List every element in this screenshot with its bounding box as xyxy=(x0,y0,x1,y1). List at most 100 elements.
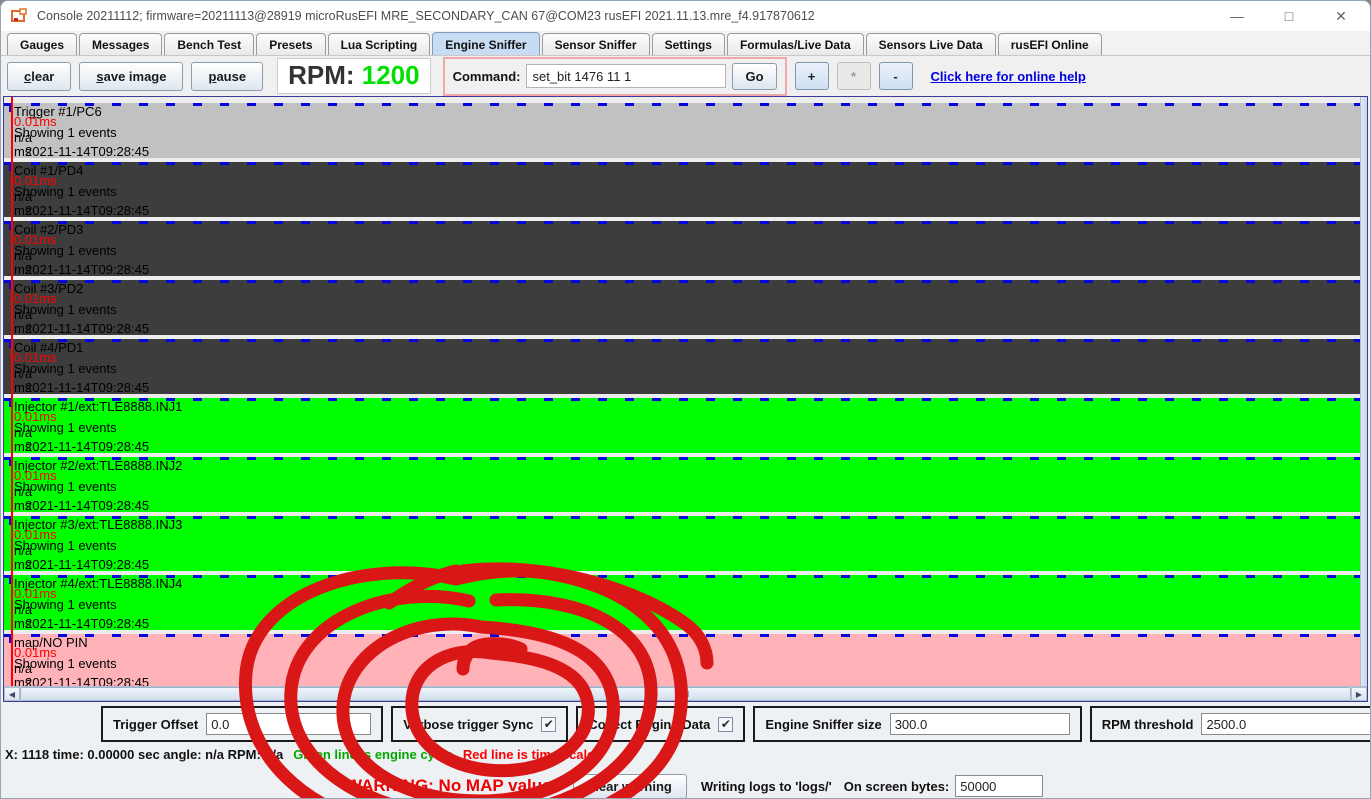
channel-na: n/a xyxy=(14,130,32,145)
scroll-left-icon[interactable]: ◀ xyxy=(4,687,20,701)
tab-label: Lua Scripting xyxy=(341,38,418,52)
close-icon[interactable]: ✕ xyxy=(1330,5,1352,27)
tab[interactable]: Messages xyxy=(79,33,162,55)
tab-label: Presets xyxy=(269,38,312,52)
rpm-label: RPM: xyxy=(288,60,354,90)
tab[interactable]: Bench Test xyxy=(164,33,254,55)
maximize-icon[interactable]: □ xyxy=(1278,5,1300,27)
online-help-link[interactable]: Click here for online help xyxy=(931,69,1086,84)
map-warning-text: WARNING: No MAP values xyxy=(346,776,561,796)
scrollbar-thumb[interactable] xyxy=(20,687,1351,701)
sniffer-channel-row[interactable]: Coil #2/PD3 0.01ms Showing 1 events n/a … xyxy=(4,221,1360,276)
sniffer-size-label: Engine Sniffer size xyxy=(765,717,881,732)
command-label: Command: xyxy=(453,69,521,84)
clear-warning-button[interactable]: clear warning xyxy=(573,774,687,799)
vertical-scrollbar[interactable] xyxy=(1360,97,1367,686)
tab[interactable]: Settings xyxy=(652,33,725,55)
tab-label: Sensors Live Data xyxy=(879,38,983,52)
status-line: X: 1118 time: 0.00000 sec angle: n/a RPM… xyxy=(1,744,1370,762)
zoom-out-button[interactable]: - xyxy=(879,62,913,90)
go-button[interactable]: Go xyxy=(732,63,776,90)
channel-na: n/a xyxy=(14,602,32,617)
sniffer-channel-row[interactable]: Injector #4/ext:TLE8888.INJ4 0.01ms Show… xyxy=(4,575,1360,630)
channel-na: n/a xyxy=(14,366,32,381)
channel-timestamp: 2021-11-14T09:28:45 xyxy=(25,557,149,572)
trigger-offset-input[interactable] xyxy=(206,713,371,735)
sniffer-settings-row: Trigger Offset Verbose trigger Sync Coll… xyxy=(1,704,1370,744)
verbose-trigger-label: Verbose trigger Sync xyxy=(403,717,533,732)
tab[interactable]: Sensor Sniffer xyxy=(542,33,650,55)
channel-na: n/a xyxy=(14,543,32,558)
tab[interactable]: Lua Scripting xyxy=(328,33,431,55)
rpm-threshold-panel: RPM threshold xyxy=(1090,706,1371,742)
zoom-reset-button[interactable]: * xyxy=(837,62,871,90)
sniffer-channel-row[interactable]: Injector #2/ext:TLE8888.INJ2 0.01ms Show… xyxy=(4,457,1360,512)
channel-timestamp: 2021-11-14T09:28:45 xyxy=(25,675,149,686)
on-screen-bytes-input[interactable] xyxy=(955,775,1043,797)
sniffer-size-input[interactable] xyxy=(890,713,1070,735)
scrollbar-grip xyxy=(680,691,692,697)
channel-timestamp: 2021-11-14T09:28:45 xyxy=(25,144,149,159)
verbose-trigger-checkbox[interactable] xyxy=(541,717,556,732)
sniffer-channel-row[interactable]: Coil #3/PD2 0.01ms Showing 1 events n/a … xyxy=(4,280,1360,335)
channel-na: n/a xyxy=(14,307,32,322)
sniffer-channel-row[interactable]: Injector #3/ext:TLE8888.INJ3 0.01ms Show… xyxy=(4,516,1360,571)
trigger-offset-panel: Trigger Offset xyxy=(101,706,383,742)
channel-na: n/a xyxy=(14,189,32,204)
trigger-offset-label: Trigger Offset xyxy=(113,717,198,732)
channel-timestamp: 2021-11-14T09:28:45 xyxy=(25,380,149,395)
collect-data-panel: Collect Engine Data xyxy=(576,706,745,742)
channel-timestamp: 2021-11-14T09:28:45 xyxy=(25,321,149,336)
command-input[interactable] xyxy=(526,64,726,88)
sniffer-channel-row[interactable]: Coil #1/PD4 0.01ms Showing 1 events n/a … xyxy=(4,162,1360,217)
tab[interactable]: Formulas/Live Data xyxy=(727,33,864,55)
toolbar: clear save image pause RPM: 1200 Command… xyxy=(1,56,1370,96)
on-screen-bytes-label: On screen bytes: xyxy=(844,779,950,794)
sniffer-rows: Trigger #1/PC6 0.01ms Showing 1 events n… xyxy=(4,97,1360,686)
sniffer-channel-row[interactable]: map/NO PIN 0.01ms Showing 1 events n/a m… xyxy=(4,634,1360,686)
warning-row: WARNING: No MAP values clear warning Wri… xyxy=(1,770,1370,799)
zoom-in-button[interactable]: + xyxy=(795,62,829,90)
tab[interactable]: Sensors Live Data xyxy=(866,33,996,55)
tab[interactable]: Engine Sniffer xyxy=(432,32,539,55)
tab-label: Sensor Sniffer xyxy=(555,38,637,52)
sniffer-channel-row[interactable]: Coil #4/PD1 0.01ms Showing 1 events n/a … xyxy=(4,339,1360,394)
sniffer-channel-row[interactable]: Injector #1/ext:TLE8888.INJ1 0.01ms Show… xyxy=(4,398,1360,453)
scroll-right-icon[interactable]: ▶ xyxy=(1351,687,1367,701)
collect-data-label: Collect Engine Data xyxy=(588,717,710,732)
channel-timestamp: 2021-11-14T09:28:45 xyxy=(25,498,149,513)
red-line-note: Red line is time scale xyxy=(463,747,595,762)
window-title: Console 20211112; firmware=20211113@2891… xyxy=(37,9,815,23)
app-window: Console 20211112; firmware=20211113@2891… xyxy=(0,0,1371,799)
tab-label: rusEFI Online xyxy=(1011,38,1089,52)
tab[interactable]: Gauges xyxy=(7,33,77,55)
tab-label: Bench Test xyxy=(177,38,241,52)
sniffer-channel-row[interactable]: Trigger #1/PC6 0.01ms Showing 1 events n… xyxy=(4,103,1360,158)
green-line-note: Green line is engine cycle xyxy=(293,747,453,762)
rpm-value: 1200 xyxy=(362,60,420,90)
horizontal-scrollbar[interactable]: ◀ ▶ xyxy=(4,686,1367,701)
collect-data-checkbox[interactable] xyxy=(718,717,733,732)
channel-timestamp: 2021-11-14T09:28:45 xyxy=(25,616,149,631)
pause-button[interactable]: pause xyxy=(191,62,263,91)
window-titlebar: Console 20211112; firmware=20211113@2891… xyxy=(1,1,1370,31)
channel-timestamp: 2021-11-14T09:28:45 xyxy=(25,203,149,218)
channel-na: n/a xyxy=(14,248,32,263)
rpm-threshold-input[interactable] xyxy=(1201,713,1371,735)
channel-na: n/a xyxy=(14,661,32,676)
logs-status-text: Writing logs to 'logs/' xyxy=(701,779,832,794)
tab[interactable]: rusEFI Online xyxy=(998,33,1102,55)
tab-bar: GaugesMessages Bench Test Presets Lua Scrip… xyxy=(1,31,1370,56)
app-icon xyxy=(11,8,29,24)
channel-timestamp: 2021-11-14T09:28:45 xyxy=(25,439,149,454)
command-panel: Command: Go xyxy=(443,57,787,96)
tab-label: Formulas/Live Data xyxy=(740,38,851,52)
save-image-button[interactable]: save image xyxy=(79,62,183,91)
channel-na: n/a xyxy=(14,484,32,499)
time-scale-red-line xyxy=(11,97,13,686)
clear-button[interactable]: clear xyxy=(7,62,71,91)
tab[interactable]: Presets xyxy=(256,33,325,55)
rpm-display: RPM: 1200 xyxy=(277,58,431,94)
minimize-icon[interactable]: — xyxy=(1226,5,1248,27)
tab-label: Settings xyxy=(665,38,712,52)
